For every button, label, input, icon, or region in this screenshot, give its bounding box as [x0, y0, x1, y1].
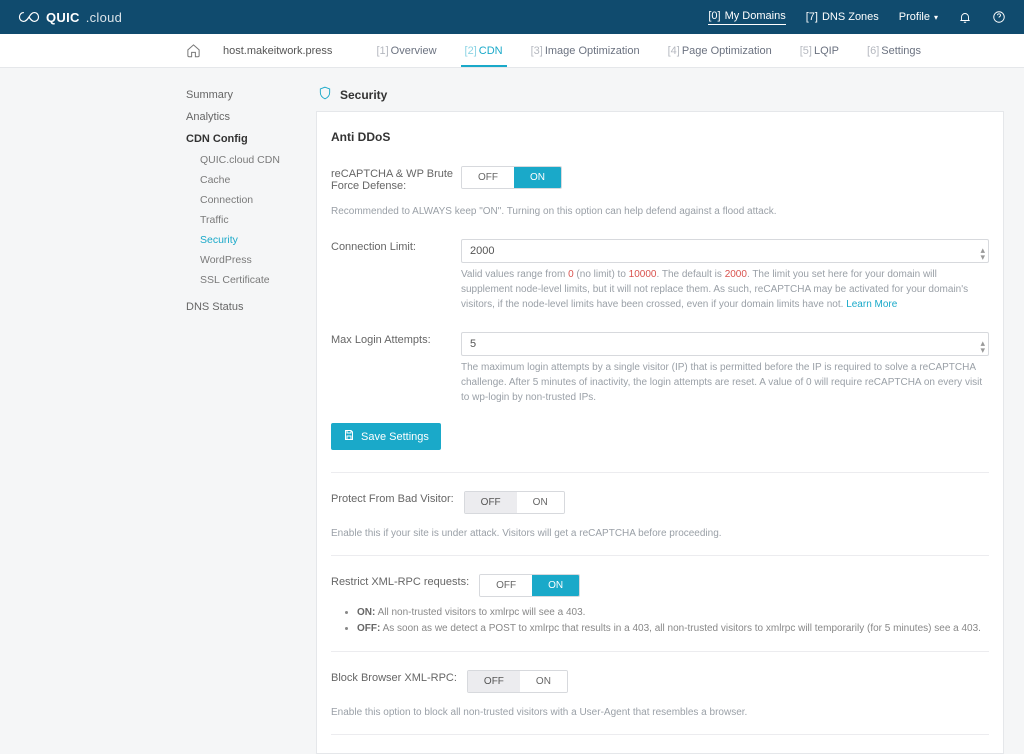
- badvisitor-on[interactable]: ON: [517, 492, 564, 513]
- brand-main: QUIC: [46, 10, 80, 25]
- maxlogin-label: Max Login Attempts:: [331, 332, 461, 346]
- xmlrpc-off[interactable]: OFF: [480, 575, 532, 596]
- blockbrowser-desc: Enable this option to block all non-trus…: [331, 705, 891, 720]
- nav-dns-zones[interactable]: [7] DNS Zones: [806, 11, 879, 23]
- stepper-icon[interactable]: ▴▾: [980, 247, 985, 261]
- tab-settings[interactable]: [6]Settings: [853, 34, 935, 67]
- infinity-icon: [18, 10, 40, 24]
- learn-more-link[interactable]: Learn More: [846, 299, 897, 310]
- maxlogin-input[interactable]: [461, 332, 989, 356]
- sidebar-item-connection[interactable]: Connection: [186, 190, 316, 210]
- shield-icon: [318, 86, 332, 103]
- brand-sub: .cloud: [86, 10, 123, 25]
- tab-page-optimization[interactable]: [4]Page Optimization: [654, 34, 786, 67]
- panel-header: Security: [316, 80, 1004, 112]
- sidebar-item-cache[interactable]: Cache: [186, 170, 316, 190]
- content: Anti DDoS reCAPTCHA & WP Brute Force Def…: [316, 112, 1004, 754]
- xmlrpc-label: Restrict XML-RPC requests:: [331, 574, 469, 588]
- list-item: ON: All non-trusted visitors to xmlrpc w…: [357, 605, 989, 621]
- bell-icon[interactable]: [958, 10, 972, 24]
- badvisitor-desc: Enable this if your site is under attack…: [331, 526, 891, 541]
- stepper-icon[interactable]: ▴▾: [980, 340, 985, 354]
- sidebar-item-quic-cdn[interactable]: QUIC.cloud CDN: [186, 150, 316, 170]
- connlimit-label: Connection Limit:: [331, 239, 461, 253]
- sidebar-item-summary[interactable]: Summary: [186, 84, 316, 106]
- topbar: QUIC .cloud [0] My Domains [7] DNS Zones …: [0, 0, 1024, 34]
- sidebar-item-traffic[interactable]: Traffic: [186, 210, 316, 230]
- nav-profile-label: Profile: [899, 11, 930, 23]
- nav-profile[interactable]: Profile ▾: [899, 11, 938, 23]
- save-button[interactable]: Save Settings: [331, 423, 441, 450]
- nav-domains-label: My Domains: [725, 10, 786, 22]
- chevron-down-icon: ▾: [934, 13, 938, 22]
- sidebar-item-security[interactable]: Security: [186, 230, 316, 250]
- tab-cdn[interactable]: [2]CDN: [451, 34, 517, 67]
- nav-dns-prefix: [7]: [806, 11, 818, 23]
- topnav: [0] My Domains [7] DNS Zones Profile ▾: [708, 10, 1006, 25]
- main-panel: Security Anti DDoS reCAPTCHA & WP Brute …: [316, 80, 1004, 754]
- maxlogin-desc: The maximum login attempts by a single v…: [461, 360, 989, 405]
- xmlrpc-bullets: ON: All non-trusted visitors to xmlrpc w…: [331, 605, 989, 637]
- tab-lqip[interactable]: [5]LQIP: [786, 34, 853, 67]
- blockbrowser-toggle[interactable]: OFF ON: [467, 670, 568, 693]
- tab-overview[interactable]: [1]Overview: [362, 34, 450, 67]
- recaptcha-off[interactable]: OFF: [462, 167, 514, 188]
- nav-my-domains[interactable]: [0] My Domains: [708, 10, 785, 25]
- connlimit-desc: Valid values range from 0 (no limit) to …: [461, 267, 989, 312]
- section-antiddos-title: Anti DDoS: [331, 130, 989, 144]
- breadcrumb-host[interactable]: host.makeitwork.press: [223, 45, 332, 57]
- sidebar-item-analytics[interactable]: Analytics: [186, 106, 316, 128]
- save-icon: [343, 429, 355, 444]
- badvisitor-off[interactable]: OFF: [465, 492, 517, 513]
- home-icon[interactable]: [186, 43, 201, 58]
- sidebar-item-cdn-config[interactable]: CDN Config: [186, 128, 316, 150]
- sidebar-item-dns-status[interactable]: DNS Status: [186, 296, 316, 318]
- xmlrpc-toggle[interactable]: OFF ON: [479, 574, 580, 597]
- nav-dns-label: DNS Zones: [822, 11, 879, 23]
- badvisitor-label: Protect From Bad Visitor:: [331, 491, 454, 505]
- connlimit-input[interactable]: [461, 239, 989, 263]
- sidebar-item-wordpress[interactable]: WordPress: [186, 250, 316, 270]
- recaptcha-desc: Recommended to ALWAYS keep "ON". Turning…: [331, 204, 891, 219]
- recaptcha-label: reCAPTCHA & WP Brute Force Defense:: [331, 166, 461, 192]
- nav-domains-prefix: [0]: [708, 10, 720, 22]
- subbar: host.makeitwork.press [1]Overview [2]CDN…: [0, 34, 1024, 68]
- blockbrowser-on[interactable]: ON: [520, 671, 567, 692]
- panel-title: Security: [340, 88, 387, 102]
- tab-image-optimization[interactable]: [3]Image Optimization: [517, 34, 654, 67]
- list-item: OFF: As soon as we detect a POST to xmlr…: [357, 621, 989, 637]
- recaptcha-on[interactable]: ON: [514, 167, 561, 188]
- xmlrpc-on[interactable]: ON: [532, 575, 579, 596]
- tabs: [1]Overview [2]CDN [3]Image Optimization…: [362, 34, 935, 67]
- sidebar-item-ssl[interactable]: SSL Certificate: [186, 270, 316, 290]
- blockbrowser-off[interactable]: OFF: [468, 671, 520, 692]
- recaptcha-toggle[interactable]: OFF ON: [461, 166, 562, 189]
- badvisitor-toggle[interactable]: OFF ON: [464, 491, 565, 514]
- help-icon[interactable]: [992, 10, 1006, 24]
- blockbrowser-label: Block Browser XML-RPC:: [331, 670, 457, 684]
- brand-logo[interactable]: QUIC .cloud: [18, 10, 122, 25]
- save-label: Save Settings: [361, 431, 429, 443]
- sidebar: Summary Analytics CDN Config QUIC.cloud …: [186, 80, 316, 754]
